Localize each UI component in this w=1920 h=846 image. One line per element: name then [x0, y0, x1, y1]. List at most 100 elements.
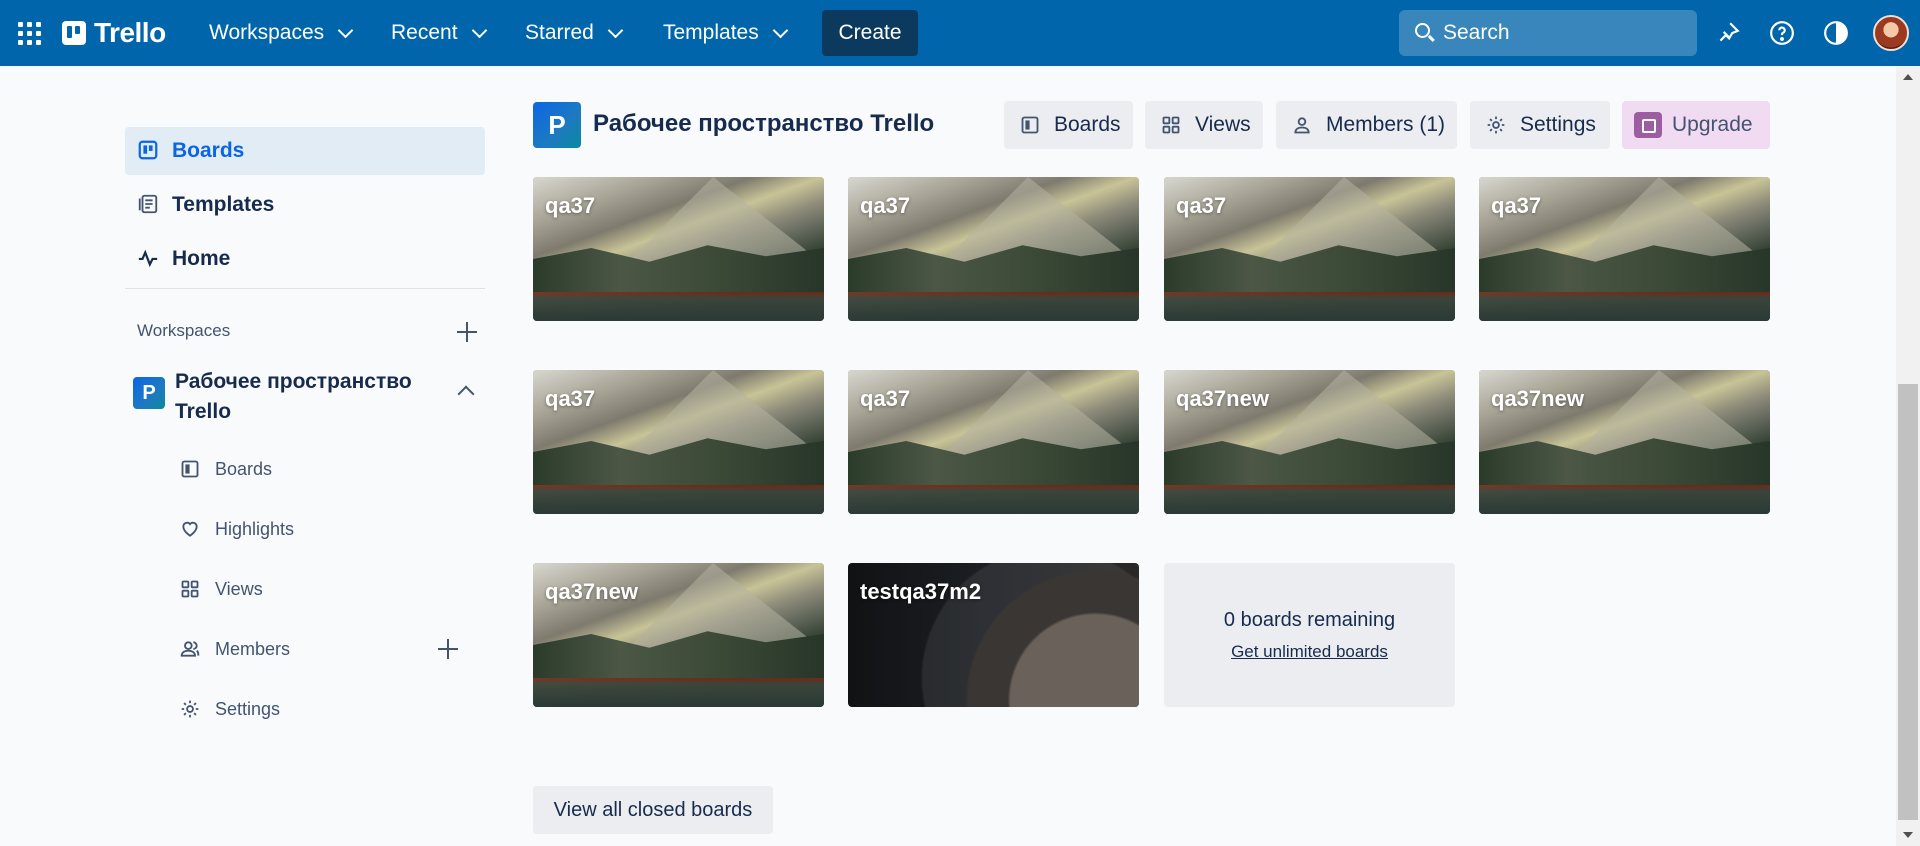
apps-grid-icon[interactable] [18, 22, 42, 46]
sidebar-item-templates[interactable]: Templates [125, 181, 485, 229]
theme-toggle-icon[interactable] [1823, 20, 1849, 46]
person-icon [1294, 117, 1310, 134]
templates-icon [138, 194, 158, 214]
workspace-item-label: Views [215, 578, 263, 599]
view-closed-boards-button[interactable]: View all closed boards [533, 786, 773, 834]
get-unlimited-boards-link[interactable]: Get unlimited boards [1164, 642, 1455, 662]
search-placeholder: Search [1443, 21, 1510, 44]
board-title: qa37new [545, 579, 638, 604]
board-tile[interactable]: qa37new [1479, 370, 1770, 514]
recent-menu[interactable]: Recent [385, 14, 491, 52]
trello-logo-icon [62, 21, 86, 45]
chevron-down-icon [337, 22, 354, 38]
board-title: qa37 [860, 386, 911, 411]
scroll-up-icon[interactable] [1903, 74, 1913, 80]
workspace-item-views[interactable]: Views [180, 574, 263, 604]
chevron-down-icon [607, 22, 624, 38]
page-title: Рабочее пространство Trello [593, 110, 935, 137]
header-settings-button[interactable]: Settings [1470, 101, 1610, 149]
chevron-up-icon[interactable] [457, 385, 475, 403]
create-button[interactable]: Create [822, 10, 918, 56]
add-member-icon[interactable] [438, 639, 458, 659]
board-tile[interactable]: testqa37m2 [848, 563, 1139, 707]
grid-icon [1162, 116, 1180, 134]
gear-icon [1487, 116, 1505, 134]
starred-menu[interactable]: Starred [519, 14, 627, 52]
user-avatar[interactable] [1873, 15, 1909, 51]
activity-icon [138, 249, 158, 268]
help-icon[interactable] [1769, 20, 1795, 46]
board-title: qa37new [1176, 386, 1269, 411]
scrollbar-thumb[interactable] [1898, 384, 1918, 820]
sidebar-divider [125, 288, 485, 289]
workspace-item-settings[interactable]: Settings [180, 694, 280, 724]
scroll-down-icon[interactable] [1903, 832, 1913, 838]
boards-remaining-card: 0 boards remaining Get unlimited boards [1164, 563, 1455, 707]
upgrade-button[interactable]: Upgrade [1622, 101, 1770, 149]
workspaces-heading: Workspaces [137, 321, 231, 340]
board-tile[interactable]: qa37 [533, 177, 824, 321]
sidebar-item-boards[interactable]: Boards [125, 127, 485, 175]
chevron-down-icon [471, 22, 487, 38]
upgrade-icon [1634, 112, 1662, 138]
workspace-item-boards[interactable]: Boards [180, 454, 272, 484]
workspace-item-label: Highlights [215, 518, 295, 539]
board-icon [181, 460, 199, 478]
trello-logo[interactable]: Trello [62, 17, 166, 49]
board-title: qa37 [1491, 193, 1542, 218]
workspace-item-highlights[interactable]: Highlights [180, 514, 294, 544]
workspace-item-label: Settings [215, 698, 281, 719]
workspace-item-members[interactable]: Members [180, 634, 290, 664]
board-title: qa37new [1491, 386, 1584, 411]
grid-icon [181, 580, 199, 598]
header-button-label: Members (1) [1326, 113, 1446, 136]
header-button-label: Views [1195, 113, 1251, 136]
top-navigation-bar: Trello Workspaces Recent Starred Templat… [0, 0, 1920, 66]
search-icon [1415, 23, 1430, 38]
heart-icon [182, 521, 198, 537]
header-button-label: Upgrade [1672, 113, 1753, 136]
workspaces-menu-label: Workspaces [209, 21, 325, 44]
board-tile[interactable]: qa37 [1164, 177, 1455, 321]
board-icon [1021, 116, 1039, 134]
sidebar-item-label: Home [172, 247, 231, 270]
workspace-header-badge: P [533, 102, 581, 148]
workspace-item-label: Boards [215, 458, 273, 479]
header-views-button[interactable]: Views [1145, 101, 1263, 149]
board-title: qa37 [1176, 193, 1227, 218]
header-button-label: Settings [1520, 113, 1596, 136]
templates-menu[interactable]: Templates [657, 14, 792, 52]
notifications-icon[interactable] [1715, 20, 1741, 46]
workspace-item-label: Members [215, 638, 291, 659]
board-title: qa37 [545, 386, 596, 411]
header-members-button[interactable]: Members (1) [1276, 101, 1457, 149]
header-button-label: Boards [1054, 113, 1121, 136]
board-tile[interactable]: qa37 [1479, 177, 1770, 321]
board-tile[interactable]: qa37 [848, 370, 1139, 514]
gear-icon [181, 700, 199, 718]
starred-menu-label: Starred [525, 21, 594, 44]
boards-remaining-text: 0 boards remaining [1223, 609, 1396, 631]
board-title: qa37 [545, 193, 596, 218]
recent-menu-label: Recent [391, 21, 458, 44]
search-input[interactable]: Search [1399, 10, 1697, 56]
board-title: testqa37m2 [860, 579, 982, 604]
board-tile[interactable]: qa37 [533, 370, 824, 514]
templates-menu-label: Templates [663, 21, 759, 44]
sidebar-item-label: Boards [172, 139, 245, 162]
workspace-badge: P [133, 377, 165, 409]
sidebar-item-label: Templates [172, 193, 275, 216]
board-icon [138, 140, 158, 160]
chevron-down-icon [772, 22, 788, 38]
sidebar-item-home[interactable]: Home [125, 235, 485, 283]
board-tile[interactable]: qa37new [1164, 370, 1455, 514]
members-icon [180, 641, 200, 657]
board-tile[interactable]: qa37 [848, 177, 1139, 321]
workspace-name[interactable]: Рабочее пространство Trello [175, 367, 425, 427]
header-boards-button[interactable]: Boards [1004, 101, 1133, 149]
board-tile[interactable]: qa37new [533, 563, 824, 707]
workspaces-menu[interactable]: Workspaces [203, 14, 357, 52]
board-title: qa37 [860, 193, 911, 218]
add-workspace-icon[interactable] [457, 322, 477, 342]
trello-logo-text: Trello [94, 17, 166, 48]
